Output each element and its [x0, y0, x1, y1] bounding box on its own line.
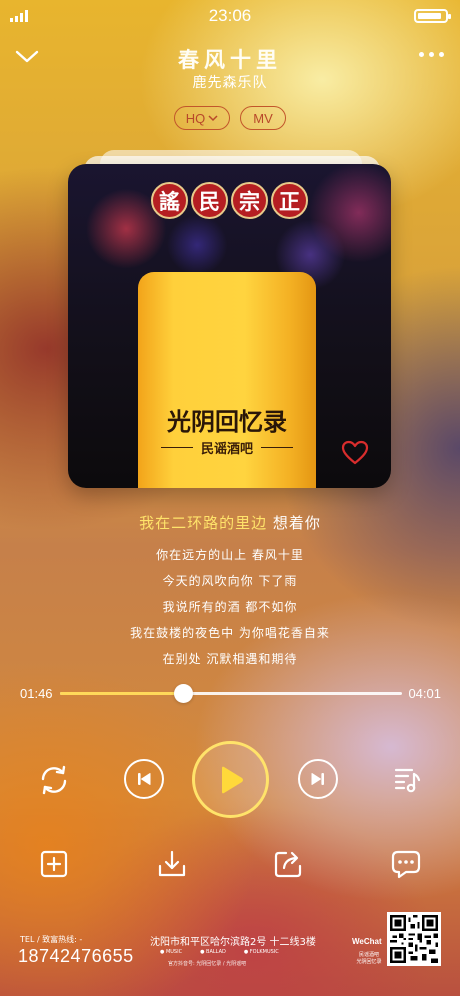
playlist-icon[interactable] [390, 762, 424, 796]
lyric-current-sung: 我在二环路的里边 [139, 514, 268, 532]
progress-fill [60, 692, 184, 695]
lyric-line: 我在鼓楼的夜色中 为你唱花香自来 [130, 626, 330, 640]
wechat-sub: 民谣酒吧 光阴回忆录 [356, 952, 382, 965]
cover-subtitle: 民谣酒吧 [200, 442, 253, 457]
qr-code-icon [387, 912, 441, 966]
lyric-line: 你在远方的山上 春风十里 [156, 548, 304, 562]
cover-seal: 謠 [151, 182, 188, 219]
song-title: 春风十里 [178, 48, 282, 72]
repeat-icon[interactable] [36, 762, 72, 798]
mv-button[interactable]: MV [240, 106, 286, 130]
download-icon[interactable] [156, 848, 188, 880]
battery-level [418, 13, 441, 19]
battery-icon [414, 9, 451, 23]
previous-icon [138, 773, 151, 785]
album-cover: 謠 民 宗 正 光阴回忆录 民谣酒吧 [68, 164, 391, 488]
quality-hq-label: HQ [185, 110, 206, 126]
heart-icon[interactable] [341, 440, 369, 466]
cover-title: 光阴回忆录 [167, 407, 287, 436]
mv-label: MV [253, 110, 273, 126]
wechat-label: WeChat [352, 937, 382, 946]
lyric-current-rest: 想着你 [267, 514, 321, 532]
lyrics-panel[interactable]: 我在二环路的里边 想着你 你在远方的山上 春风十里 今天的风吹向你 下了雨 我说… [0, 512, 460, 672]
lyric-current: 我在二环路的里边 想着你 [0, 512, 460, 532]
status-time: 23:06 [208, 6, 252, 25]
lyric-line: 今天的风吹向你 下了雨 [162, 574, 298, 588]
next-icon [311, 773, 324, 785]
cover-lamp: 光阴回忆录 民谣酒吧 [138, 272, 316, 488]
play-button[interactable] [192, 741, 269, 818]
progress-thumb[interactable] [174, 684, 194, 703]
cover-seal: 正 [271, 182, 308, 219]
elapsed-time: 01:46 [20, 686, 53, 701]
next-button[interactable] [298, 759, 338, 799]
cover-seals: 謠 民 宗 正 [68, 182, 391, 219]
status-bar: 23:06 [0, 0, 460, 34]
lyric-line: 我说所有的酒 都不如你 [162, 600, 298, 614]
cover-seal: 民 [191, 182, 228, 219]
address: 沈阳市和平区哈尔滨路2号 十二线3楼 [150, 937, 316, 948]
comment-icon[interactable] [390, 848, 422, 880]
tel-number[interactable]: 18742476655 [18, 946, 134, 967]
lyric-line: 在别处 沉默相遇和期待 [162, 652, 298, 666]
previous-button[interactable] [124, 759, 164, 799]
add-to-playlist-icon[interactable] [38, 848, 70, 880]
artist-name[interactable]: 鹿先森乐队 [0, 72, 460, 92]
cover-subtitle-row: 民谣酒吧 [138, 438, 316, 457]
play-icon [221, 766, 243, 793]
progress-slider[interactable] [60, 684, 402, 703]
cover-seal: 宗 [231, 182, 268, 219]
total-time: 04:01 [408, 686, 441, 701]
tag: BALLAD [200, 949, 226, 955]
more-icon[interactable] [419, 52, 444, 57]
footnote: 官方抖音号: 光阴回忆录 / 光阴谣吧 [168, 961, 247, 967]
quality-hq-button[interactable]: HQ [174, 106, 230, 130]
tag: FOLKMUSIC [244, 949, 279, 955]
share-icon[interactable] [272, 848, 304, 880]
chevron-down-icon [208, 114, 218, 121]
tel-label: TEL / 致富热线: - [20, 935, 83, 944]
tag-row: MUSIC BALLAD FOLKMUSIC [160, 949, 279, 955]
tag: MUSIC [160, 949, 182, 955]
